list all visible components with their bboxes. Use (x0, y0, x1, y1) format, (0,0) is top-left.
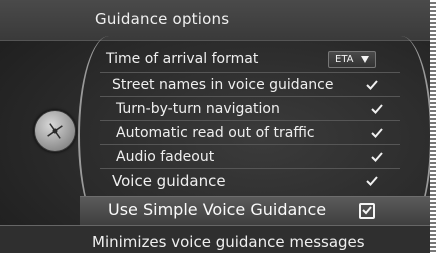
checkmark-icon (362, 206, 372, 215)
street-names-row[interactable]: Street names in voice guidance (112, 73, 392, 97)
checkmark-icon (366, 176, 378, 186)
traffic-readout-label: Automatic read out of traffic (116, 125, 315, 141)
turn-by-turn-row[interactable]: Turn-by-turn navigation (116, 97, 396, 121)
simple-voice-guidance-label: Use Simple Voice Guidance (108, 200, 327, 219)
rotary-knob[interactable] (34, 110, 76, 152)
header-bar: Guidance options (0, 0, 436, 41)
audio-fadeout-row[interactable]: Audio fadeout (116, 145, 396, 169)
dropdown-arrow-icon (361, 56, 369, 63)
voice-guidance-label: Voice guidance (112, 172, 226, 190)
checkmark-icon (366, 80, 378, 90)
compass-icon (47, 123, 63, 139)
checkmark-icon (371, 152, 383, 162)
street-names-label: Street names in voice guidance (112, 77, 334, 93)
turn-by-turn-label: Turn-by-turn navigation (116, 101, 280, 117)
guidance-options-screen: Guidance options Time of arrival format … (0, 0, 436, 253)
traffic-readout-row[interactable]: Automatic read out of traffic (116, 121, 396, 145)
eta-dropdown[interactable]: ETA (328, 51, 376, 68)
checkmark-icon (371, 128, 383, 138)
page-title: Guidance options (95, 10, 230, 28)
simple-voice-guidance-checkbox[interactable] (359, 203, 375, 219)
footer-description: Minimizes voice guidance messages (92, 233, 365, 251)
voice-guidance-row[interactable]: Voice guidance (112, 169, 392, 193)
audio-fadeout-label: Audio fadeout (116, 149, 215, 165)
checkmark-icon (371, 104, 383, 114)
eta-dropdown-value: ETA (335, 54, 354, 65)
dotted-edge (430, 0, 436, 253)
time-of-arrival-format-label: Time of arrival format (106, 51, 259, 67)
